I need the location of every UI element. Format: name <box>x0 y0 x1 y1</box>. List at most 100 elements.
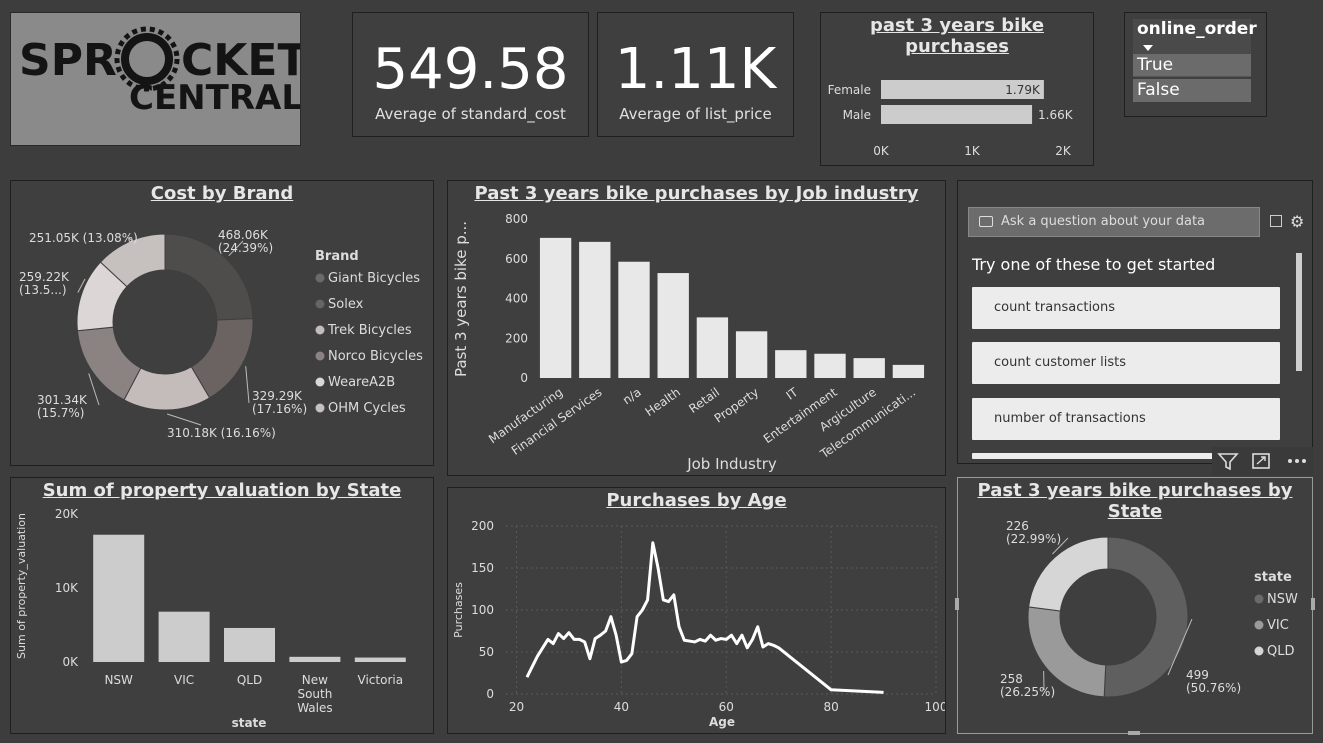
x-tick-label: 2K <box>1055 144 1072 158</box>
share-icon[interactable] <box>1270 215 1282 227</box>
cost-by-brand-chart[interactable]: Cost by Brand 468.06K (24.39%) 329.29K (17.… <box>10 180 434 466</box>
chevron-down-icon[interactable] <box>1143 45 1153 51</box>
qa-prompt: Try one of these to get started <box>972 255 1216 274</box>
legend-marker <box>315 273 325 283</box>
pie-slice <box>1027 606 1107 698</box>
slicer-title: online_order <box>1137 19 1257 39</box>
property-valuation-chart[interactable]: Sum of property valuation by State 0K 10K… <box>10 477 434 734</box>
qa-suggestion[interactable]: number of transactions <box>972 398 1280 440</box>
slice-label: 226 (22.99%) <box>1006 519 1061 546</box>
bar <box>354 657 406 662</box>
property-bar-plot: 0K 10K 20K NSW VIC QLD New South Wales Victoria st… <box>15 507 406 730</box>
x-tick-label: VIC <box>174 673 194 687</box>
slicer-option-false[interactable]: False <box>1133 79 1251 102</box>
x-tick-label: Victoria <box>358 673 404 687</box>
y-tick-label: 100 <box>471 603 494 617</box>
y-tick-label: 10K <box>55 581 79 595</box>
qa-suggestion[interactable]: count transactions <box>972 287 1280 329</box>
resize-handle[interactable] <box>1311 598 1315 610</box>
y-tick-label: 150 <box>471 561 494 575</box>
state-purchases-chart[interactable]: Past 3 years bike purchases by State 499… <box>955 477 1315 735</box>
slice-label: 251.05K (13.08%) <box>29 231 138 245</box>
y-tick-label: 0K <box>62 655 79 669</box>
bar <box>579 241 611 378</box>
x-tick-label: 80 <box>823 700 838 714</box>
x-tick-label: New South Wales <box>297 673 332 715</box>
y-tick-label: Male <box>843 108 871 122</box>
slice-label: 499 (50.76%) <box>1186 668 1241 695</box>
slice-label: 301.34K (15.7%) <box>37 393 88 420</box>
logo-text-central: CENTRAL <box>129 78 300 118</box>
y-tick-label: 200 <box>505 331 528 345</box>
y-tick-label: 400 <box>505 292 528 306</box>
y-tick-label: 0 <box>486 687 494 701</box>
pie-slice <box>1103 536 1189 698</box>
y-tick-label: 20K <box>55 507 79 521</box>
y-tick-label: Female <box>828 83 871 97</box>
qa-scrollbar[interactable] <box>1296 253 1302 371</box>
legend-marker <box>315 299 325 309</box>
x-tick-label: 0K <box>873 144 890 158</box>
gender-purchases-chart[interactable]: past 3 years bike purchases Female 1.79K M… <box>820 12 1094 166</box>
bar <box>881 105 1033 124</box>
job-industry-chart[interactable]: Past 3 years bike purchases by Job indus… <box>447 180 946 476</box>
logo-panel: SPR CKET CENTRAL <box>10 12 307 146</box>
legend-title: state <box>1254 570 1292 585</box>
bar <box>892 364 925 378</box>
qa-search-input[interactable]: Ask a question about your data <box>968 207 1260 237</box>
legend-item: WeareA2B <box>328 375 395 390</box>
kpi-label: Average of standard_cost <box>375 105 566 123</box>
online-order-slicer[interactable]: online_order True False <box>1124 12 1267 117</box>
kpi-label: Average of list_price <box>619 105 772 123</box>
purchases-by-age-chart[interactable]: Purchases by Age 0 50 100 150 200 20 40 60 80 100… <box>447 487 946 734</box>
bar <box>618 261 650 378</box>
logo-text-spr: SPR <box>19 35 117 86</box>
y-axis-label: Purchases <box>452 582 465 638</box>
slicer-option-true[interactable]: True <box>1133 54 1251 77</box>
bar <box>657 273 689 378</box>
x-axis-label: Age <box>709 715 735 729</box>
slice-label: 468.06K (24.39%) <box>218 228 273 255</box>
qa-suggestion[interactable]: count customer lists <box>972 342 1280 384</box>
leader-line <box>166 413 202 426</box>
qa-panel[interactable]: Ask a question about your data ⚙ Try one… <box>957 180 1313 464</box>
x-tick-label: 100 <box>925 700 945 714</box>
bar <box>814 353 846 378</box>
y-tick-label: 0 <box>520 371 528 385</box>
filter-icon[interactable] <box>1217 453 1239 471</box>
resize-handle[interactable] <box>1128 731 1140 735</box>
legend-title: Brand <box>315 249 359 264</box>
bar <box>289 656 341 662</box>
kpi-card-standard-cost[interactable]: 549.58 Average of standard_cost <box>352 12 589 137</box>
legend-marker <box>1254 594 1264 604</box>
visual-header-toolbar <box>1212 447 1313 475</box>
more-options-icon[interactable] <box>1288 459 1306 463</box>
legend-item: Trek Bicycles <box>327 323 412 338</box>
bar <box>158 611 210 662</box>
x-tick-label: 60 <box>719 700 734 714</box>
gear-icon[interactable]: ⚙ <box>1290 212 1304 231</box>
y-axis-label: Past 3 years bike p... <box>452 221 470 377</box>
qa-placeholder: Ask a question about your data <box>1001 214 1206 229</box>
x-tick-label: 1K <box>964 144 981 158</box>
series-line <box>525 541 884 694</box>
slice-label: 310.18K (16.16%) <box>167 426 276 440</box>
resize-handle[interactable] <box>955 598 959 610</box>
legend-marker <box>315 377 325 387</box>
legend-item: QLD <box>1267 644 1295 659</box>
legend-marker <box>315 325 325 335</box>
toolbar-icons <box>1217 453 1306 471</box>
kpi-card-list-price[interactable]: 1.11K Average of list_price <box>597 12 794 137</box>
leader-line <box>245 366 250 404</box>
brand-donut-plot: 468.06K (24.39%) 329.29K (17.16%) 310.18K (1… <box>19 228 423 440</box>
kpi-value: 1.11K <box>614 37 777 102</box>
focus-mode-icon[interactable] <box>1252 453 1270 469</box>
state-donut-plot: 499 (50.76%) 258 (26.25%) 226 (22.99%) state NS… <box>1000 519 1298 699</box>
bar <box>735 331 768 378</box>
x-tick-label: QLD <box>237 673 262 687</box>
y-tick-label: 800 <box>505 212 528 226</box>
bar <box>223 627 276 662</box>
job-bar-plot: 0200400600800ManufacturingFinancial Serv… <box>452 212 925 473</box>
legend-item: NSW <box>1267 592 1298 607</box>
bar <box>853 358 885 378</box>
